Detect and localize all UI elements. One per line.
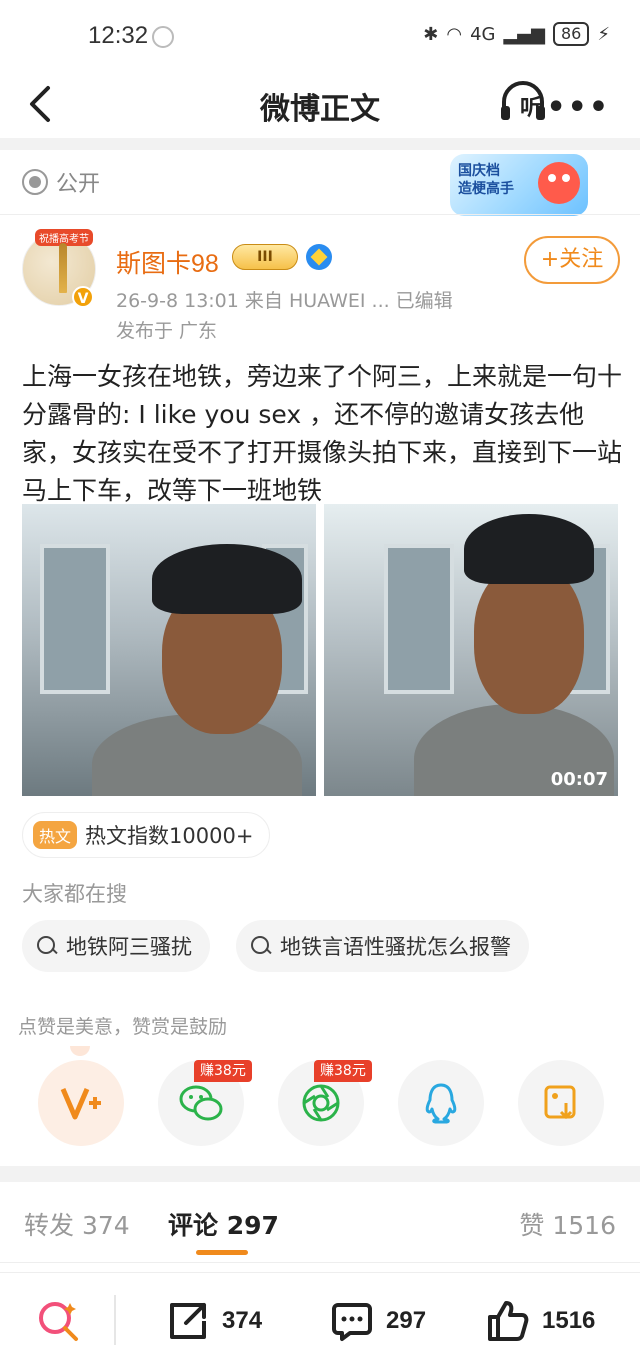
earn-badge: 赚38元 [314, 1060, 372, 1082]
search-suggestion-label: 地铁阿三骚扰 [66, 935, 192, 959]
active-tab-indicator [196, 1250, 248, 1255]
repost-icon [170, 1303, 206, 1339]
app-header: 微博正文 听 ••• [0, 72, 640, 136]
verified-icon: V [72, 286, 94, 308]
more-options-icon[interactable]: ••• [546, 90, 610, 125]
bottom-action-bar: 374 297 1516 [0, 1272, 640, 1368]
post-video-2[interactable]: 00:07 [324, 504, 618, 796]
save-image-button[interactable] [518, 1060, 604, 1146]
thumbs-up-icon [488, 1301, 529, 1341]
search-icon [36, 935, 58, 957]
promo-line-2: 造梗高手 [458, 181, 514, 197]
search-ai-icon[interactable] [36, 1299, 80, 1343]
search-suggestion-chip[interactable]: 地铁阿三骚扰 [22, 920, 210, 972]
author-name[interactable]: 斯图卡98 [116, 244, 219, 280]
charging-icon: ⚡ [597, 23, 610, 45]
moments-icon [302, 1084, 340, 1122]
repost-count: 374 [222, 1307, 263, 1334]
divider [0, 1262, 640, 1263]
train-window [384, 544, 454, 694]
comment-count: 297 [386, 1307, 427, 1334]
visibility-label: 公开 [56, 172, 101, 197]
post-body: 上海一女孩在地铁，旁边来了个阿三，上来就是一句十分露骨的: I like you… [22, 362, 623, 505]
bullet-icon [59, 243, 67, 293]
train-window [40, 544, 110, 694]
post-meta: 26-9-8 13:01 来自 HUAWEI ... 已编辑 [116, 290, 453, 312]
battery-level: 86 [553, 22, 590, 46]
globe-icon [22, 169, 48, 195]
search-icon [250, 935, 272, 957]
qq-icon [425, 1083, 457, 1124]
search-suggestion-label: 地铁言语性骚扰怎么报警 [280, 935, 511, 959]
comment-button[interactable]: 297 [330, 1299, 426, 1343]
like-button[interactable]: 1516 [486, 1299, 595, 1343]
promo-banner[interactable]: 国庆档 造梗高手 [450, 154, 588, 216]
search-suggestion-chip[interactable]: 地铁言语性骚扰怎么报警 [236, 920, 529, 972]
network-type: 4G [470, 23, 496, 45]
status-bar: 12:32 ✱ ◠ 4G ▂▄▆ 86 ⚡ [0, 0, 640, 72]
post-location: 发布于 广东 [116, 320, 218, 342]
tab-comment[interactable]: 评论 297 [168, 1206, 279, 1242]
hot-index-text: 热文指数10000+ [85, 824, 254, 848]
earn-badge: 赚38元 [194, 1060, 252, 1082]
signal-icon: ▂▄▆ [503, 23, 545, 45]
comment-icon [332, 1303, 372, 1341]
status-icons: ✱ ◠ 4G ▂▄▆ 86 ⚡ [423, 22, 610, 46]
tab-like[interactable]: 赞 1516 [519, 1206, 616, 1242]
crown-level-badge[interactable]: III [232, 244, 298, 270]
person-face [474, 564, 584, 714]
media-indicator-icon [152, 26, 174, 48]
video-duration: 00:07 [550, 769, 608, 790]
repost-button[interactable]: 374 [166, 1299, 262, 1343]
like-count: 1516 [542, 1307, 596, 1334]
section-divider [0, 138, 640, 150]
person-cap [152, 544, 302, 614]
separator [114, 1295, 116, 1345]
person-cap [464, 514, 594, 584]
promo-text: 国庆档 造梗高手 [458, 162, 514, 198]
reward-button[interactable] [38, 1060, 124, 1146]
tooltip-pointer [70, 1046, 90, 1056]
listen-label[interactable]: 听 [520, 90, 542, 122]
visibility-indicator: 公开 [22, 166, 100, 198]
hot-tag: 热文 [33, 821, 78, 849]
hot-index-chip[interactable]: 热文 热文指数10000+ [22, 812, 271, 858]
reward-note: 点赞是美意，赞赏是鼓励 [18, 1016, 228, 1038]
divider [0, 214, 640, 215]
mascot-icon [538, 162, 580, 204]
post-image-1[interactable] [22, 504, 316, 796]
save-image-icon [544, 1085, 576, 1120]
section-divider [0, 1166, 640, 1182]
share-qq-button[interactable] [398, 1060, 484, 1146]
member-badge-icon[interactable] [306, 244, 332, 270]
wifi-icon: ◠ [446, 23, 463, 45]
promo-line-1: 国庆档 [458, 163, 500, 179]
wechat-icon [179, 1085, 223, 1121]
bluetooth-icon: ✱ [423, 23, 439, 45]
reward-v-icon [60, 1088, 101, 1120]
follow-button[interactable]: +关注 [524, 236, 620, 284]
trending-search-title: 大家都在搜 [22, 882, 127, 906]
status-time: 12:32 [88, 22, 149, 49]
tab-repost[interactable]: 转发 374 [24, 1206, 130, 1242]
